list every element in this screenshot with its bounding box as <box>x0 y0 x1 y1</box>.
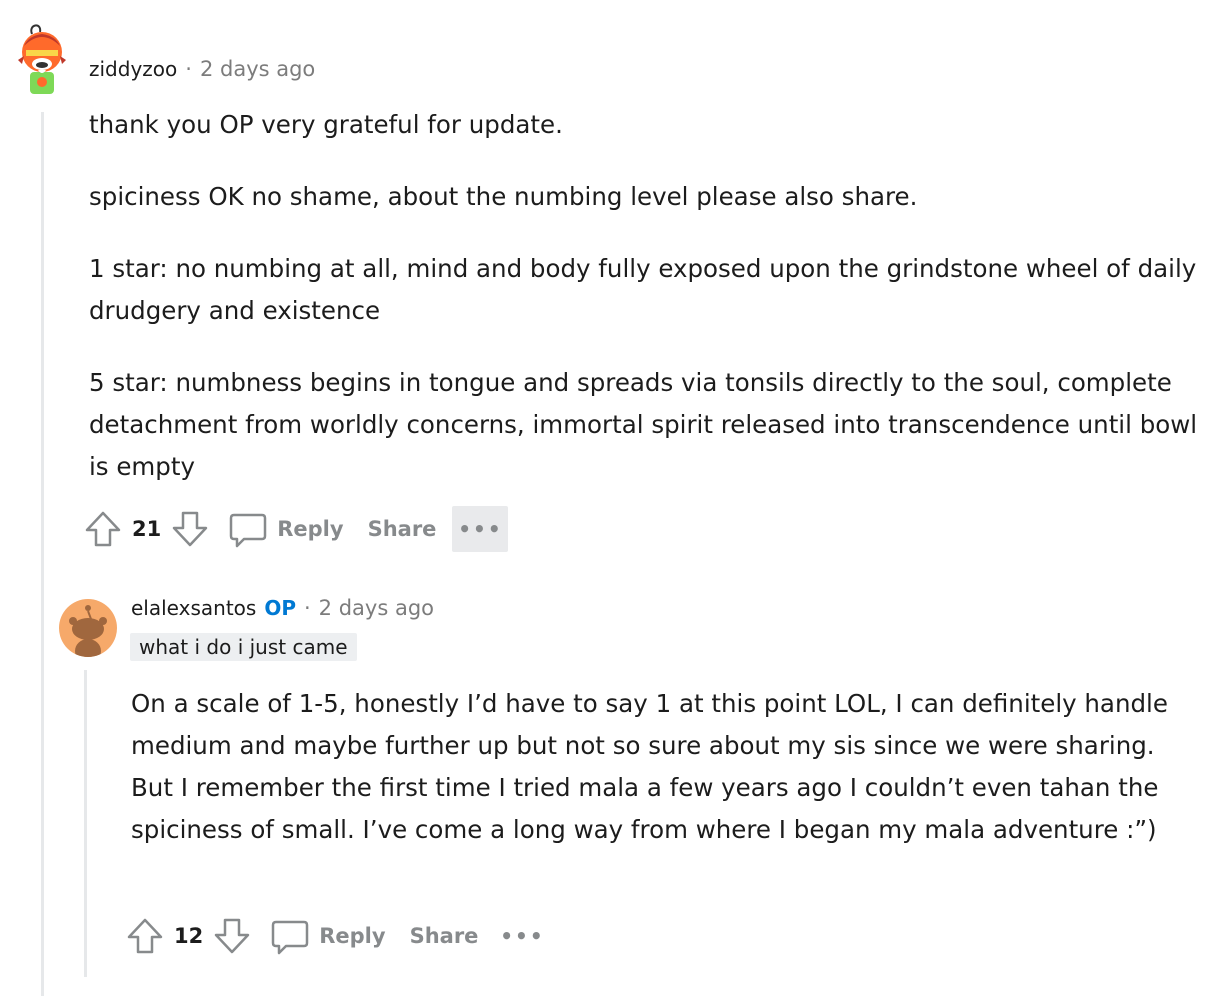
comment-bubble-icon <box>229 513 267 548</box>
reply-label: Reply <box>319 924 386 948</box>
user-flair: what i do i just came <box>130 633 357 661</box>
upvote-arrow-icon <box>85 511 121 547</box>
snoo-avatar-icon <box>69 605 107 657</box>
comment-actions: 21 Reply Share ••• <box>84 506 509 552</box>
upvote-button[interactable] <box>126 916 164 956</box>
upvote-arrow-icon <box>127 918 163 954</box>
vote-count: 21 <box>132 517 162 541</box>
timestamp[interactable]: 2 days ago <box>319 596 434 620</box>
downvote-arrow-icon <box>214 918 250 954</box>
downvote-button[interactable] <box>213 916 251 956</box>
comment-paragraph: On a scale of 1-5, honestly I’d have to … <box>131 689 1168 844</box>
comment-paragraph: 5 star: numbness begins in tongue and sp… <box>89 368 1198 481</box>
share-label: Share <box>367 517 437 541</box>
op-badge: OP <box>264 596 296 620</box>
more-options-button[interactable]: ••• <box>452 506 509 552</box>
username[interactable]: ziddyzoo <box>89 57 177 81</box>
separator-dot: · <box>185 57 192 81</box>
share-button[interactable]: Share <box>410 924 479 948</box>
timestamp[interactable]: 2 days ago <box>200 57 315 81</box>
avatar[interactable] <box>59 599 117 657</box>
avatar[interactable] <box>12 20 72 100</box>
upvote-button[interactable] <box>84 509 122 549</box>
reply-button[interactable]: Reply <box>227 509 344 549</box>
comment-paragraph: thank you OP very grateful for update. <box>89 110 563 139</box>
vote-count: 12 <box>174 924 204 948</box>
comment-meta: ziddyzoo · 2 days ago <box>89 54 315 84</box>
comment-body: On a scale of 1-5, honestly I’d have to … <box>131 683 1181 881</box>
downvote-button[interactable] <box>171 509 209 549</box>
comment-body: thank you OP very grateful for update. s… <box>89 104 1199 518</box>
thread-line-2[interactable] <box>84 670 87 977</box>
share-button[interactable]: Share <box>368 517 437 541</box>
comment-paragraph: 1 star: no numbing at all, mind and body… <box>89 254 1197 325</box>
comment-actions: 12 Reply Share ••• <box>126 913 550 959</box>
comment-paragraph: spiciness OK no shame, about the numbing… <box>89 182 918 211</box>
reply-button[interactable]: Reply <box>269 916 386 956</box>
more-options-button[interactable]: ••• <box>494 913 550 959</box>
separator-dot: · <box>303 596 311 620</box>
username[interactable]: elalexsantos <box>131 596 256 620</box>
comment-meta: elalexsantos OP · 2 days ago <box>131 593 434 623</box>
share-label: Share <box>409 924 479 948</box>
thread-line-1[interactable] <box>41 112 44 996</box>
reply-label: Reply <box>277 517 344 541</box>
snoo-avatar-icon <box>18 24 66 94</box>
downvote-arrow-icon <box>172 511 208 547</box>
comment-bubble-icon <box>271 920 309 955</box>
